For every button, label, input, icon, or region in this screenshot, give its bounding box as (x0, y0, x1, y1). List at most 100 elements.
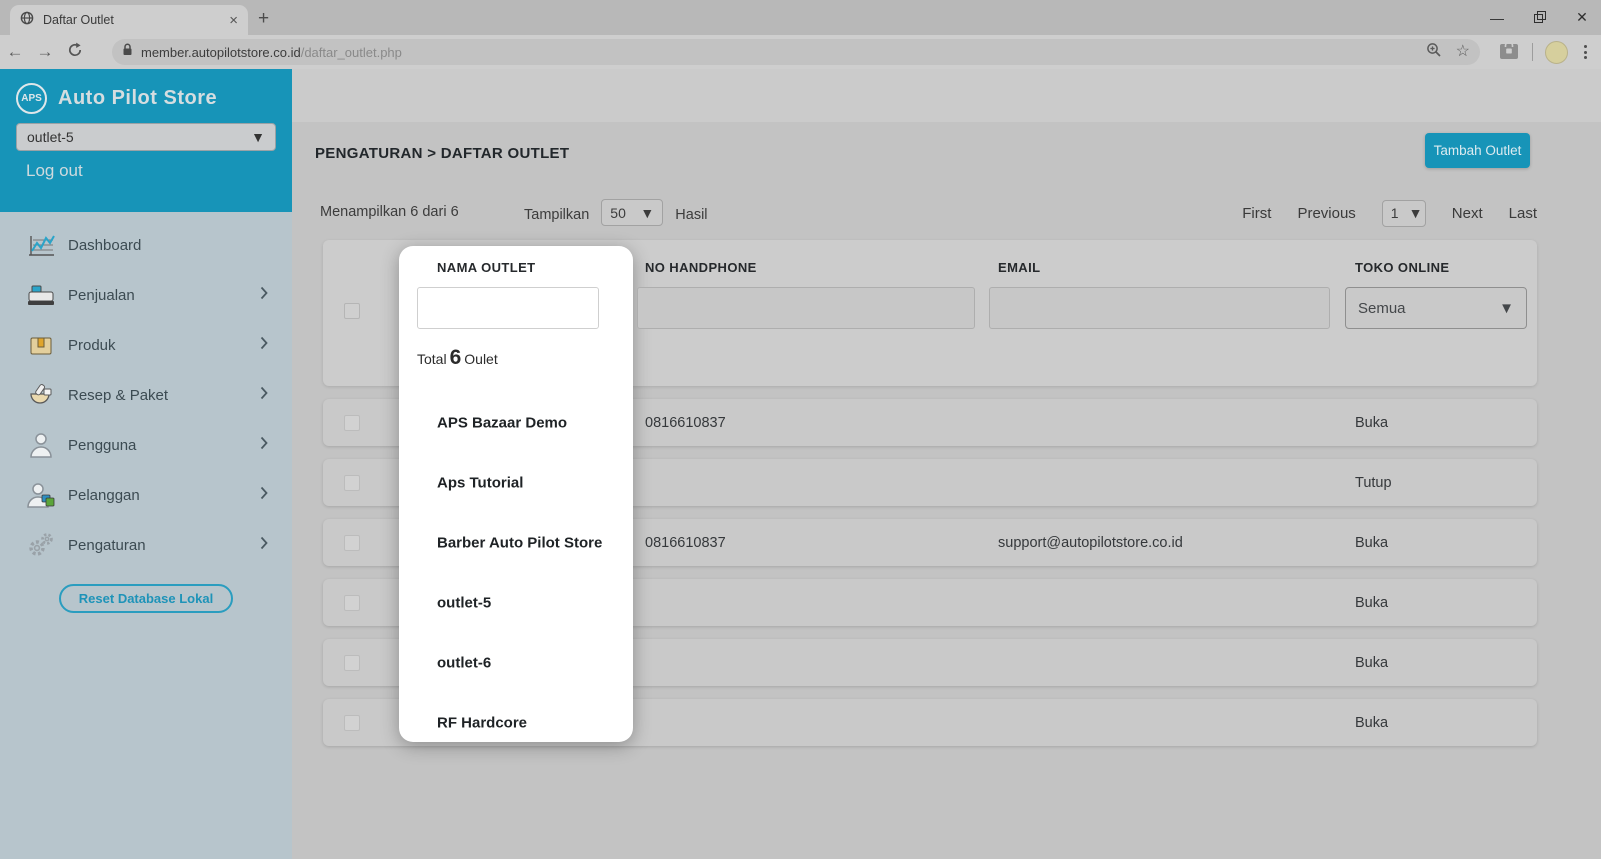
close-button[interactable]: ✕ (1575, 9, 1589, 26)
sidebar-item-resep-paket[interactable]: Resep & Paket (0, 370, 292, 420)
chevron-right-icon (260, 486, 268, 505)
add-outlet-button[interactable]: Tambah Outlet (1425, 133, 1530, 168)
row-toko: Buka (1355, 535, 1388, 551)
row-checkbox[interactable] (344, 535, 360, 551)
gear-icon (26, 531, 56, 559)
list-controls: Menampilkan 6 dari 6 Tampilkan 50 ▼ Hasi… (292, 199, 1601, 227)
row-checkbox[interactable] (344, 415, 360, 431)
sidebar-item-penjualan[interactable]: Penjualan (0, 270, 292, 320)
page-size-label: Tampilkan (524, 207, 589, 223)
url-path: /daftar_outlet.php (301, 45, 402, 60)
cash-register-icon (26, 281, 56, 309)
reload-icon[interactable] (60, 42, 90, 63)
sidebar: APS Auto Pilot Store outlet-5 ▼ Log out … (0, 69, 292, 859)
page-size-suffix: Hasil (675, 207, 707, 223)
logout-link[interactable]: Log out (26, 161, 83, 181)
aps-logo: APS (16, 83, 47, 114)
total-outlets: Total6Oulet (417, 346, 498, 370)
pagination-page-select[interactable]: 1 ▼ (1382, 200, 1426, 227)
select-all-checkbox[interactable] (344, 303, 360, 319)
column-header-phone: NO HANDPHONE (645, 260, 757, 275)
sidebar-item-label: Penjualan (68, 287, 135, 304)
sidebar-item-label: Pengguna (68, 437, 136, 454)
page-topbar (292, 69, 1601, 122)
sidebar-item-label: Produk (68, 337, 116, 354)
sidebar-header: APS Auto Pilot Store outlet-5 ▼ Log out (0, 69, 292, 212)
row-checkbox[interactable] (344, 595, 360, 611)
profile-avatar[interactable] (1545, 41, 1568, 64)
forward-icon[interactable]: → (30, 42, 60, 62)
sidebar-menu: Dashboard Penjualan Produk Re (0, 212, 292, 613)
tab-close-icon[interactable]: × (229, 12, 238, 29)
row-toko: Buka (1355, 415, 1388, 431)
chevron-down-icon: ▼ (251, 129, 265, 145)
address-bar[interactable]: member.autopilotstore.co.id/daftar_outle… (112, 39, 1480, 65)
total-count: 6 (447, 346, 465, 369)
user-icon (26, 431, 56, 459)
pagination-previous[interactable]: Previous (1297, 205, 1355, 222)
page-size-value: 50 (610, 205, 626, 221)
back-icon[interactable]: ← (0, 42, 30, 62)
mortar-bowl-icon (26, 381, 56, 409)
row-nama: Barber Auto Pilot Store (437, 534, 602, 551)
menu-kebab-icon[interactable] (1580, 45, 1591, 59)
page-size-select[interactable]: 50 ▼ (601, 199, 663, 226)
reset-database-button[interactable]: Reset Database Lokal (59, 584, 233, 613)
minimize-button[interactable]: — (1490, 10, 1504, 26)
sidebar-item-label: Pelanggan (68, 487, 140, 504)
product-box-icon (26, 331, 56, 359)
sidebar-item-produk[interactable]: Produk (0, 320, 292, 370)
row-checkbox[interactable] (344, 655, 360, 671)
pagination-page-value: 1 (1391, 205, 1399, 221)
row-phone: 0816610837 (645, 415, 726, 431)
browser-tab[interactable]: Daftar Outlet × (10, 5, 248, 35)
chevron-right-icon (260, 536, 268, 555)
sidebar-item-pelanggan[interactable]: Pelanggan (0, 470, 292, 520)
row-checkbox[interactable] (344, 475, 360, 491)
row-nama: RF Hardcore (437, 714, 527, 731)
dashboard-icon (26, 231, 56, 259)
sidebar-item-pengguna[interactable]: Pengguna (0, 420, 292, 470)
restore-button[interactable] (1534, 12, 1545, 23)
chevron-right-icon (260, 386, 268, 405)
pagination-last[interactable]: Last (1509, 205, 1537, 222)
toolbar-right (1498, 39, 1591, 65)
row-nama: outlet-6 (437, 654, 491, 671)
row-toko: Buka (1355, 655, 1388, 671)
chevron-down-icon: ▼ (1409, 205, 1423, 221)
pagination-first[interactable]: First (1242, 205, 1271, 222)
sidebar-item-label: Resep & Paket (68, 387, 168, 404)
filter-phone-input[interactable] (637, 287, 975, 329)
pagination-next[interactable]: Next (1452, 205, 1483, 222)
brand-title: Auto Pilot Store (58, 87, 217, 110)
showing-count: Menampilkan 6 dari 6 (320, 204, 459, 220)
row-toko: Buka (1355, 715, 1388, 731)
url-text: member.autopilotstore.co.id/daftar_outle… (141, 45, 402, 60)
bookmark-star-icon[interactable]: ☆ (1456, 44, 1470, 60)
toolbar-separator (1532, 43, 1533, 61)
sidebar-item-label: Dashboard (68, 237, 141, 254)
filter-nama-input[interactable] (417, 287, 599, 329)
row-toko: Tutup (1355, 475, 1392, 491)
new-tab-button[interactable]: + (258, 8, 269, 30)
chevron-right-icon (260, 436, 268, 455)
sidebar-item-pengaturan[interactable]: Pengaturan (0, 520, 292, 570)
chevron-down-icon: ▼ (1499, 300, 1514, 317)
row-nama: APS Bazaar Demo (437, 414, 567, 431)
zoom-icon[interactable] (1426, 42, 1442, 63)
customer-bag-icon (26, 481, 56, 509)
filter-email-input[interactable] (989, 287, 1330, 329)
extension-bag-icon[interactable] (1498, 39, 1520, 66)
tab-title: Daftar Outlet (43, 13, 220, 27)
chevron-down-icon: ▼ (640, 205, 654, 221)
row-checkbox[interactable] (344, 715, 360, 731)
outlet-select-value: outlet-5 (27, 129, 74, 145)
sidebar-item-dashboard[interactable]: Dashboard (0, 220, 292, 270)
main-content: PENGATURAN > DAFTAR OUTLET Tambah Outlet… (292, 69, 1601, 859)
row-nama: Aps Tutorial (437, 474, 523, 491)
filter-toko-select[interactable]: Semua ▼ (1345, 287, 1527, 329)
screen: Daftar Outlet × + — ✕ ← → member.autopil… (0, 0, 1601, 859)
outlet-select[interactable]: outlet-5 ▼ (16, 123, 276, 151)
filter-toko-value: Semua (1358, 300, 1406, 317)
column-header-email: EMAIL (998, 260, 1040, 275)
